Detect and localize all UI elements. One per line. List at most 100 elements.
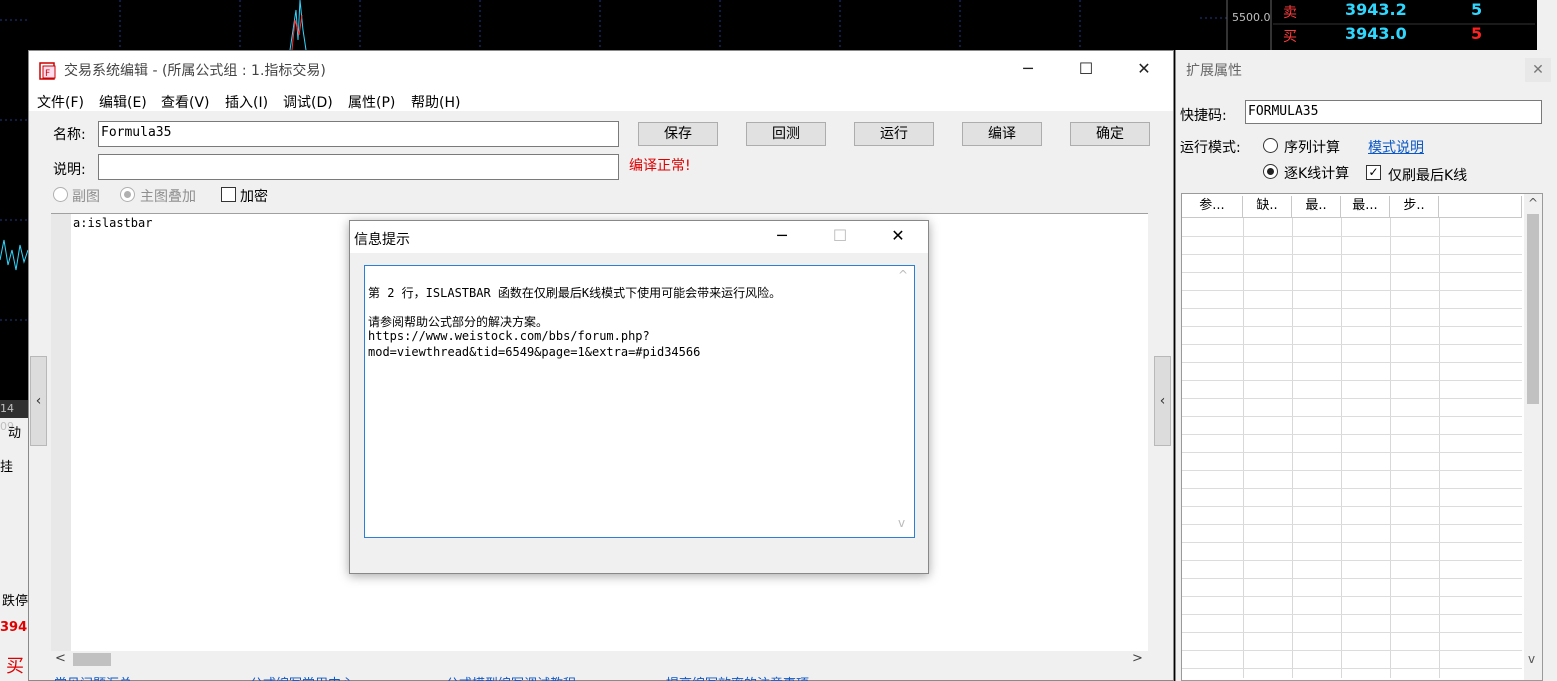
column-header[interactable]: 步.. [1390,196,1439,218]
grid-vertical-scrollbar[interactable]: ^ v [1524,194,1542,680]
help-link[interactable]: 公式编写常用中心 [250,673,354,681]
help-link[interactable]: 常见问题汇总 [54,673,132,681]
menu-edit[interactable]: 编辑(E) [99,92,147,112]
app-icon: F [39,62,56,80]
column-header-empty[interactable] [1439,196,1522,218]
extended-properties-panel: 扩展属性 ✕ 快捷码: FORMULA35 运行模式: 序列计算 模式说明 逐K… [1175,50,1551,681]
run-button[interactable]: 运行 [854,122,934,146]
message-line: 请参阅帮助公式部分的解决方案。 [368,315,549,329]
panel-close-button[interactable]: ✕ [1525,58,1551,82]
quote-price: 3943.2 [1345,0,1407,19]
scroll-down-icon[interactable]: v [898,516,905,530]
dialog-titlebar[interactable]: 信息提示 ─ ☐ ✕ [350,221,928,253]
column-header[interactable]: 参... [1182,196,1243,218]
buy-fragment: 买 [6,656,24,677]
grid-column-line [1292,218,1293,678]
parameter-grid[interactable]: 参... 缺.. 最.. 最... 步.. ^ v [1181,193,1543,681]
column-header[interactable]: 最... [1341,196,1390,218]
description-input[interactable] [98,154,619,180]
shortcut-input[interactable]: FORMULA35 [1245,100,1542,124]
quote-volume: 5 [1471,0,1483,19]
dialog-message-box[interactable]: 第 2 行，ISLASTBAR 函数在仅刷最后K线模式下使用可能会带来运行风险。… [364,265,915,538]
grid-row-line [1182,668,1522,669]
grid-row-line [1182,614,1522,615]
menu-help[interactable]: 帮助(H) [411,92,460,112]
save-button[interactable]: 保存 [638,122,718,146]
svg-text:F: F [45,69,50,79]
collapse-right-handle[interactable]: ‹ [1154,356,1171,446]
grid-row-line [1182,236,1522,237]
help-links: 常见问题汇总 公式编写常用中心 公式模型编写调试教程 提高编写效率的注意事项 [54,673,1154,681]
message-line: https://www.weistock.com/bbs/forum.php? [368,329,650,343]
confirm-button[interactable]: 确定 [1070,122,1150,146]
scroll-up-icon[interactable]: ^ [1528,196,1538,210]
collapse-left-handle[interactable]: ‹ [30,356,47,446]
compile-button[interactable]: 编译 [962,122,1042,146]
time-label: 14 [0,402,14,415]
series-mode-radio[interactable] [1263,138,1278,153]
close-button[interactable]: ✕ [1115,51,1173,87]
grid-row-line [1182,254,1522,255]
column-header[interactable]: 缺.. [1243,196,1292,218]
encrypt-checkbox[interactable] [221,187,236,202]
code-text[interactable]: a:islastbar [73,216,152,230]
dialog-maximize-button: ☐ [832,226,848,245]
scroll-right-icon[interactable]: > [1132,651,1143,666]
scroll-left-icon[interactable]: < [55,651,66,666]
help-link[interactable]: 提高编写效率的注意事项 [666,673,809,681]
refresh-last-checkbox[interactable]: ✓ [1366,165,1381,180]
grid-row-line [1182,416,1522,417]
grid-row-line [1182,308,1522,309]
grid-row-line [1182,398,1522,399]
message-scrollbar[interactable]: ^ v [895,268,913,536]
grid-row-line [1182,524,1522,525]
column-header[interactable]: 最.. [1292,196,1341,218]
menu-properties[interactable]: 属性(P) [348,92,395,112]
backtest-button[interactable]: 回测 [746,122,826,146]
editor-titlebar[interactable]: F 交易系统编辑 - (所属公式组 : 1.指标交易) ─ ☐ ✕ [29,51,1173,89]
bar-mode-radio[interactable] [1263,164,1278,179]
encrypt-label: 加密 [240,189,268,205]
info-dialog: 信息提示 ─ ☐ ✕ 第 2 行，ISLASTBAR 函数在仅刷最后K线模式下使… [349,220,929,574]
quote-price: 3943.0 [1345,24,1407,43]
run-mode-label: 运行模式: [1180,140,1241,156]
grid-row-line [1182,560,1522,561]
grid-row-line [1182,596,1522,597]
scroll-thumb[interactable] [1527,214,1539,404]
time-axis-label: 14 09 [0,400,30,433]
grid-row-line [1182,344,1522,345]
limit-down-label: 跌停 [2,594,29,609]
menu-debug[interactable]: 调试(D) [283,92,333,112]
minimize-button[interactable]: ─ [999,51,1057,87]
help-link[interactable]: 公式模型编写调试教程 [446,673,576,681]
grid-row-line [1182,434,1522,435]
menu-view[interactable]: 查看(V) [161,92,210,112]
quote-volume: 5 [1471,24,1483,43]
grid-column-line [1341,218,1342,678]
grid-row-line [1182,326,1522,327]
panel-fragment: 挂 [0,460,14,475]
name-input[interactable]: Formula35 [98,121,619,147]
menu-insert[interactable]: 插入(I) [225,92,268,112]
grid-column-line [1390,218,1391,678]
scroll-thumb[interactable] [73,653,111,666]
maximize-button[interactable]: ☐ [1057,51,1115,87]
dialog-close-button[interactable]: ✕ [869,221,927,253]
sub-chart-label: 副图 [72,189,100,205]
grid-row-line [1182,650,1522,651]
menu-file[interactable]: 文件(F) [37,92,84,112]
quote-row-buy: 买 3943.0 5 [1273,24,1535,48]
series-mode-label: 序列计算 [1284,140,1340,156]
dialog-minimize-button[interactable]: ─ [753,221,811,253]
main-overlay-radio[interactable] [120,187,135,202]
horizontal-scrollbar[interactable]: < > [51,651,1148,668]
main-overlay-label: 主图叠加 [140,189,196,205]
tab-fragment[interactable]: 动 [8,422,21,441]
panel-title: 扩展属性 [1186,63,1242,79]
scroll-up-icon[interactable]: ^ [898,268,908,282]
mode-explain-link[interactable]: 模式说明 [1368,137,1424,157]
grid-row-line [1182,362,1522,363]
scroll-down-icon[interactable]: v [1528,652,1535,666]
editor-gutter [51,214,71,651]
sub-chart-radio[interactable] [53,187,68,202]
